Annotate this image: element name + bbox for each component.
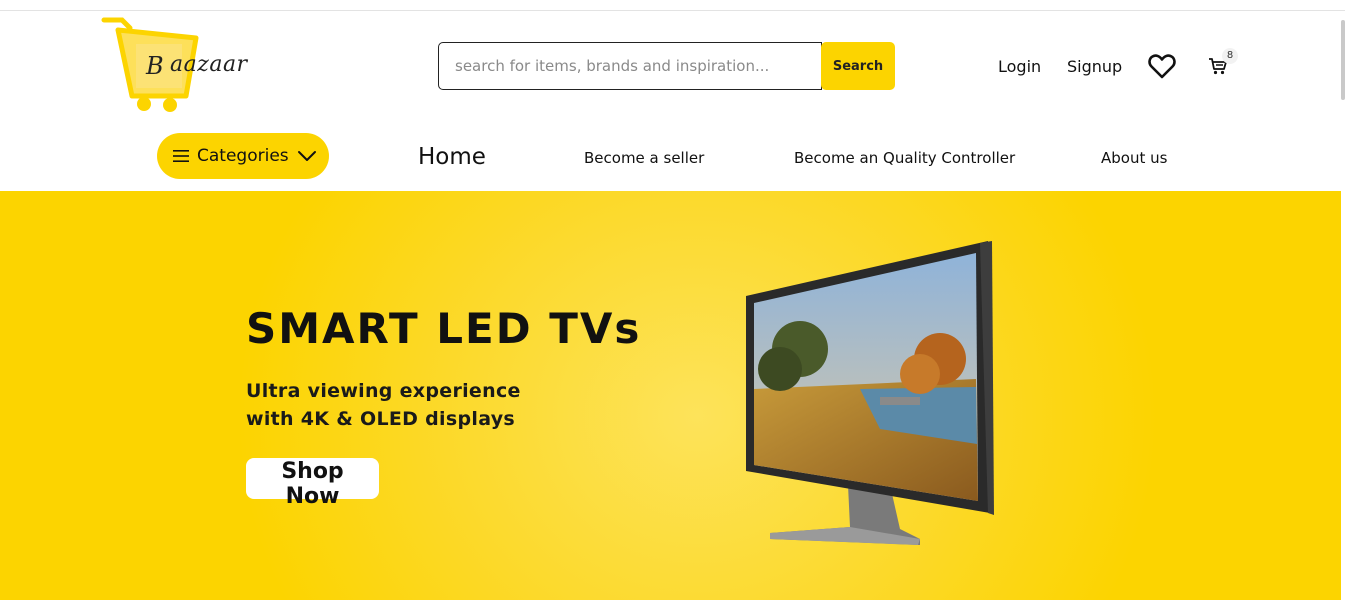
nav-become-seller[interactable]: Become a seller — [584, 149, 704, 167]
nav-become-quality-controller[interactable]: Become an Quality Controller — [794, 149, 1015, 167]
nav-about-us[interactable]: About us — [1101, 149, 1167, 167]
nav-home[interactable]: Home — [418, 144, 486, 170]
search-button[interactable]: Search — [821, 42, 895, 90]
search-input[interactable] — [438, 42, 822, 90]
categories-label: Categories — [197, 146, 289, 166]
categories-button[interactable]: Categories — [157, 133, 329, 179]
logo-letter: B — [146, 52, 164, 80]
search-bar: Search — [438, 42, 895, 90]
heart-icon[interactable] — [1148, 53, 1176, 79]
chevron-down-icon — [297, 151, 316, 161]
cart-count-badge: 8 — [1222, 48, 1238, 64]
top-border — [0, 10, 1345, 11]
logo-text: aazaar — [170, 52, 248, 77]
hero-banner: SMART LED TVs Ultra viewing experience w… — [0, 191, 1341, 600]
login-link[interactable]: Login — [998, 57, 1041, 76]
scrollbar[interactable] — [1341, 20, 1345, 100]
tv-image — [746, 241, 994, 545]
menu-icon — [173, 150, 189, 162]
banner-title: SMART LED TVs — [246, 304, 642, 353]
banner-subtitle: Ultra viewing experience with 4K & OLED … — [246, 380, 521, 430]
shop-now-button[interactable]: Shop Now — [246, 458, 379, 509]
signup-link[interactable]: Signup — [1067, 57, 1122, 76]
